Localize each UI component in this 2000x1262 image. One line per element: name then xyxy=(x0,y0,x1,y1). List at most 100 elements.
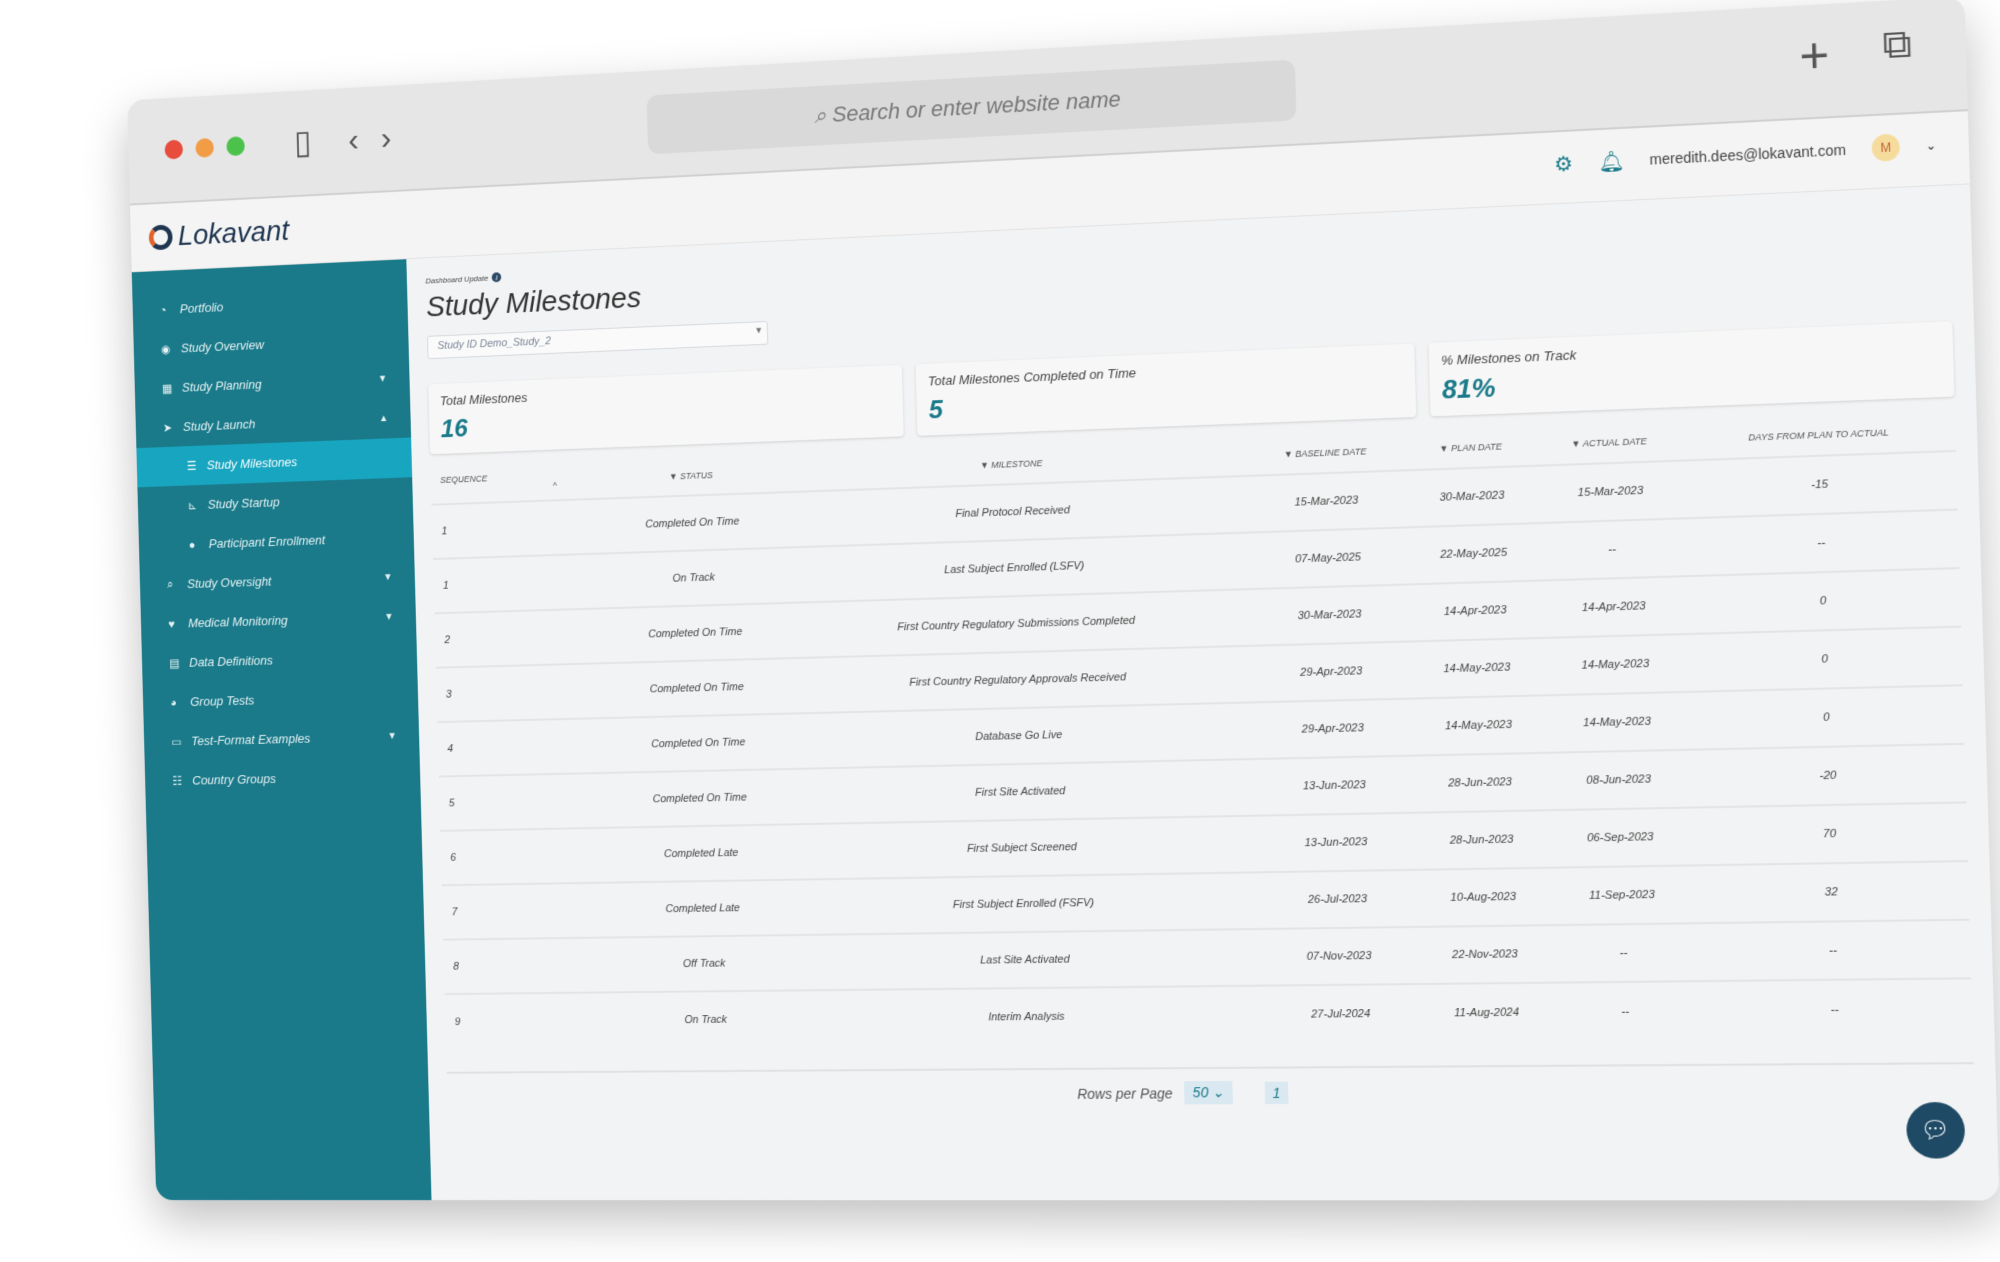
sidebar-item-label: Study Milestones xyxy=(206,454,298,473)
chat-button[interactable]: 💬︎ xyxy=(1905,1101,1966,1159)
column-header[interactable]: ▼ Baseline Date xyxy=(1244,430,1406,476)
sort-icon[interactable]: ^ xyxy=(553,480,557,490)
minimize-button[interactable] xyxy=(195,137,215,158)
table-cell: 70 xyxy=(1693,802,1968,866)
table-cell: Off Track xyxy=(612,935,797,993)
kpi-card: % Milestones on Track 81% xyxy=(1428,321,1955,417)
sidebar-item-label: Country Groups xyxy=(192,771,277,788)
maximize-button[interactable] xyxy=(226,136,246,157)
table-cell: 13-Jun-2023 xyxy=(1254,812,1418,873)
sidebar-item-test-format-examples[interactable]: ▭ Test-Format Examples ▼ xyxy=(144,716,420,762)
table-cell: Completed Late xyxy=(609,824,794,883)
column-header[interactable]: Sequence ^ xyxy=(430,460,600,505)
sidebar-icon: ◕ xyxy=(170,695,178,709)
table-cell: 5 xyxy=(438,772,610,831)
avatar[interactable]: M xyxy=(1871,133,1901,162)
table-cell: 13-Jun-2023 xyxy=(1253,755,1416,816)
sidebar-item-label: Participant Enrollment xyxy=(208,532,326,551)
table-cell: -- xyxy=(1549,923,1699,983)
study-select[interactable]: Study ID Demo_Study_2 ▼ xyxy=(426,320,769,360)
page-1-button[interactable]: 1 xyxy=(1264,1081,1289,1104)
table-cell: Completed On Time xyxy=(600,492,785,554)
caret-icon[interactable]: ▼ xyxy=(378,374,387,385)
table-cell: 2 xyxy=(434,608,605,668)
sidebar-item-label: Study Overview xyxy=(180,337,264,356)
table-cell: 32 xyxy=(1694,861,1970,924)
sidebar-icon: ◔ xyxy=(159,302,167,317)
table-cell: 26-Jul-2023 xyxy=(1256,869,1420,930)
table-cell: 0 xyxy=(1688,626,1963,692)
table-cell: 28-Jun-2023 xyxy=(1414,752,1547,813)
table-cell: Completed On Time xyxy=(604,658,790,719)
sidebar-toggle-icon[interactable]: ▯ xyxy=(294,123,312,162)
table-cell: Completed On Time xyxy=(603,602,788,664)
table-cell: 14-May-2023 xyxy=(1412,695,1545,756)
sidebar-icon: ● xyxy=(188,537,196,552)
chevron-down-icon[interactable]: ⌄ xyxy=(1925,138,1936,153)
caret-icon[interactable]: ▲ xyxy=(379,413,388,424)
kpi-card: Total Milestones Completed on Time 5 xyxy=(915,343,1416,436)
table-cell: 1 xyxy=(432,553,604,614)
sidebar-item-label: Portfolio xyxy=(179,299,224,317)
sidebar-icon: ⊾ xyxy=(187,498,198,512)
milestones-table: Sequence ^ ▼ Status ▼ Milestone ▼ Baseline … xyxy=(430,409,1973,1049)
column-header[interactable]: ▼ Actual Date xyxy=(1535,419,1683,465)
sidebar-item-group-tests[interactable]: ◕ Group Tests xyxy=(143,676,419,723)
search-icon: ⌕ xyxy=(813,102,833,128)
column-header[interactable]: ▼ Plan Date xyxy=(1405,425,1536,471)
sidebar-icon: ➤ xyxy=(162,420,173,435)
table-cell: -20 xyxy=(1691,743,1967,808)
table-cell: 15-Mar-2023 xyxy=(1245,470,1408,533)
table-cell: 08-Jun-2023 xyxy=(1544,749,1694,811)
sidebar: ◔ Portfolio ◉ Study Overview ▦ Study Planning… xyxy=(131,259,432,1201)
table-cell: -- xyxy=(1698,978,1973,1040)
table-cell: -- xyxy=(1684,509,1960,577)
table-cell: 9 xyxy=(444,992,616,1049)
table-cell: -- xyxy=(1696,919,1972,982)
gear-icon[interactable]: ⚙ xyxy=(1554,150,1573,177)
forward-button[interactable]: › xyxy=(380,119,392,157)
table-cell: 22-Nov-2023 xyxy=(1419,925,1551,985)
table-cell: 8 xyxy=(443,937,614,995)
table-cell: On Track xyxy=(601,547,787,609)
sidebar-icon: ☰ xyxy=(186,458,197,473)
table-cell: Interim Analysis xyxy=(796,985,1262,1046)
sidebar-item-label: Study Planning xyxy=(181,376,262,395)
back-button[interactable]: ‹ xyxy=(348,121,359,159)
sidebar-item-label: Medical Monitoring xyxy=(187,612,288,631)
sidebar-item-country-groups[interactable]: ☷ Country Groups xyxy=(145,756,421,801)
rows-per-page-select[interactable]: 50 ⌄ xyxy=(1184,1080,1233,1105)
table-cell: 14-May-2023 xyxy=(1542,691,1692,753)
column-header[interactable]: ▼ Status xyxy=(599,453,783,499)
close-button[interactable] xyxy=(164,139,184,160)
sidebar-item-label: Group Tests xyxy=(190,692,255,709)
caret-icon[interactable]: ▼ xyxy=(387,731,396,742)
bell-icon[interactable]: 🔔︎ xyxy=(1597,148,1625,175)
caret-icon[interactable]: ▼ xyxy=(383,572,392,583)
address-bar[interactable]: ⌕ Search or enter website name xyxy=(646,59,1297,155)
caret-down-icon: ▼ xyxy=(754,325,764,336)
sidebar-icon: ♥ xyxy=(168,616,175,631)
caret-icon[interactable]: ▼ xyxy=(384,612,393,623)
main-content: Dashboard Update i Study Milestones Study… xyxy=(406,184,1999,1200)
table-cell: -- xyxy=(1550,981,1700,1041)
new-tab-button[interactable]: + xyxy=(1799,27,1831,86)
table-cell: First Subject Enrolled (FSFV) xyxy=(793,872,1259,936)
table-cell: 29-Apr-2023 xyxy=(1250,641,1413,703)
study-select-value: Study ID Demo_Study_2 xyxy=(437,335,552,352)
info-icon[interactable]: i xyxy=(491,272,502,283)
table-cell: Completed Late xyxy=(610,879,796,938)
table-cell: Completed On Time xyxy=(606,713,791,773)
sidebar-icon: ☷ xyxy=(172,773,183,788)
column-label: Sequence xyxy=(440,473,488,485)
logo-icon xyxy=(148,223,173,250)
browser-window: ▯ ‹ › ⌕ Search or enter website name + ⧉ … xyxy=(127,0,2000,1201)
table-cell: 07-May-2025 xyxy=(1247,527,1410,590)
logo[interactable]: Lokavant xyxy=(148,214,289,254)
tabs-overview-icon[interactable]: ⧉ xyxy=(1882,22,1913,81)
table-cell: 27-Jul-2024 xyxy=(1259,984,1423,1043)
table-cell: Completed On Time xyxy=(607,768,793,828)
column-label: ▼ Baseline Date xyxy=(1283,445,1367,459)
table-cell: 3 xyxy=(435,663,607,723)
table-cell: 11-Aug-2024 xyxy=(1420,982,1553,1042)
